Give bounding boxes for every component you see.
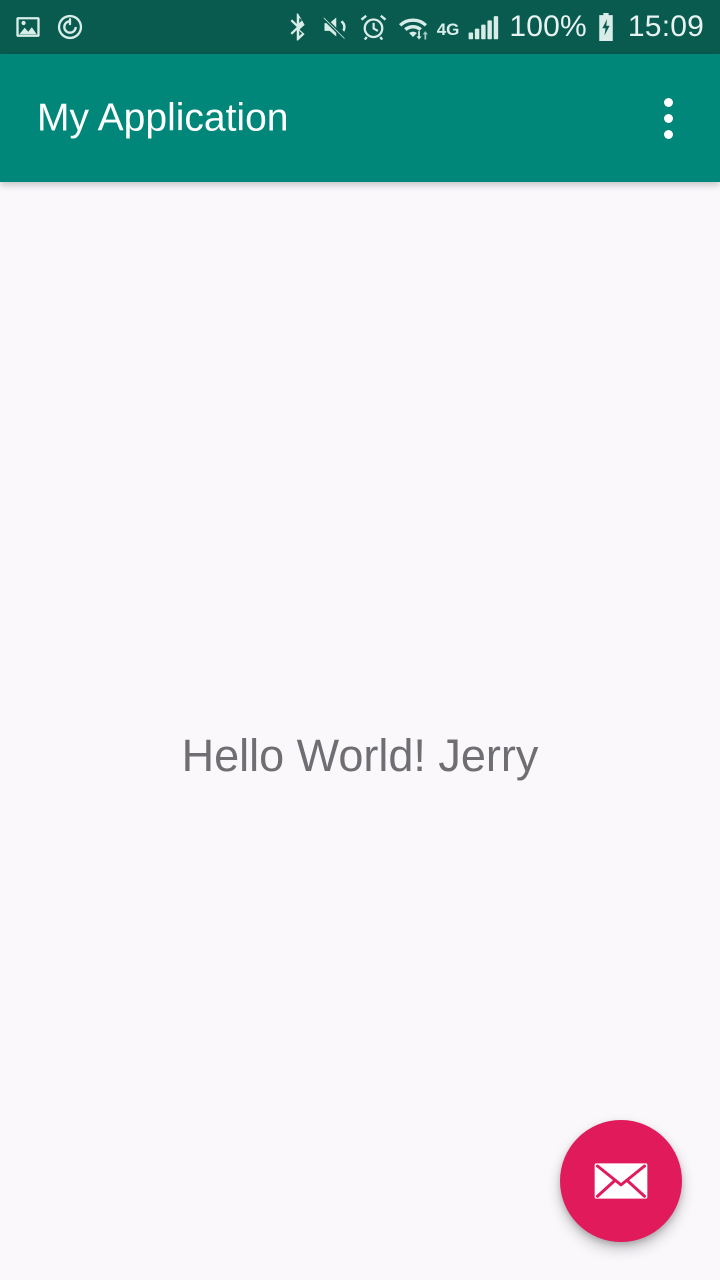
- bluetooth-icon: [285, 12, 311, 42]
- alarm-clock-icon: [359, 13, 388, 42]
- battery-percent-label: 100%: [509, 10, 587, 43]
- app-bar: My Application: [0, 54, 720, 182]
- wifi-icon: [397, 12, 429, 42]
- photo-image-icon: [14, 13, 42, 41]
- page-title: My Application: [37, 96, 289, 140]
- power-saving-icon: [56, 13, 84, 41]
- overflow-dot-3: [663, 129, 673, 139]
- network-type-label: 4G: [436, 20, 460, 39]
- overflow-dot-2: [663, 113, 673, 123]
- email-fab-button[interactable]: [560, 1120, 682, 1242]
- status-bar-right-icons: 4G 100% 15:09: [285, 12, 706, 42]
- battery-charging-icon: [596, 12, 616, 42]
- phone-screen: 4G 100% 15:09 My Application Hello World…: [0, 0, 720, 1280]
- hello-world-label: Hello World! Jerry: [181, 730, 539, 781]
- volume-mute-icon: [320, 12, 350, 42]
- overflow-menu-icon[interactable]: [644, 86, 692, 150]
- status-bar: 4G 100% 15:09: [0, 0, 720, 54]
- main-content: Hello World! Jerry: [0, 182, 720, 1280]
- overflow-dot-1: [663, 97, 673, 107]
- signal-bars-icon: [468, 12, 500, 42]
- status-bar-left-icons: [14, 13, 84, 41]
- envelope-icon: [590, 1150, 652, 1212]
- status-bar-clock: 15:09: [627, 10, 704, 43]
